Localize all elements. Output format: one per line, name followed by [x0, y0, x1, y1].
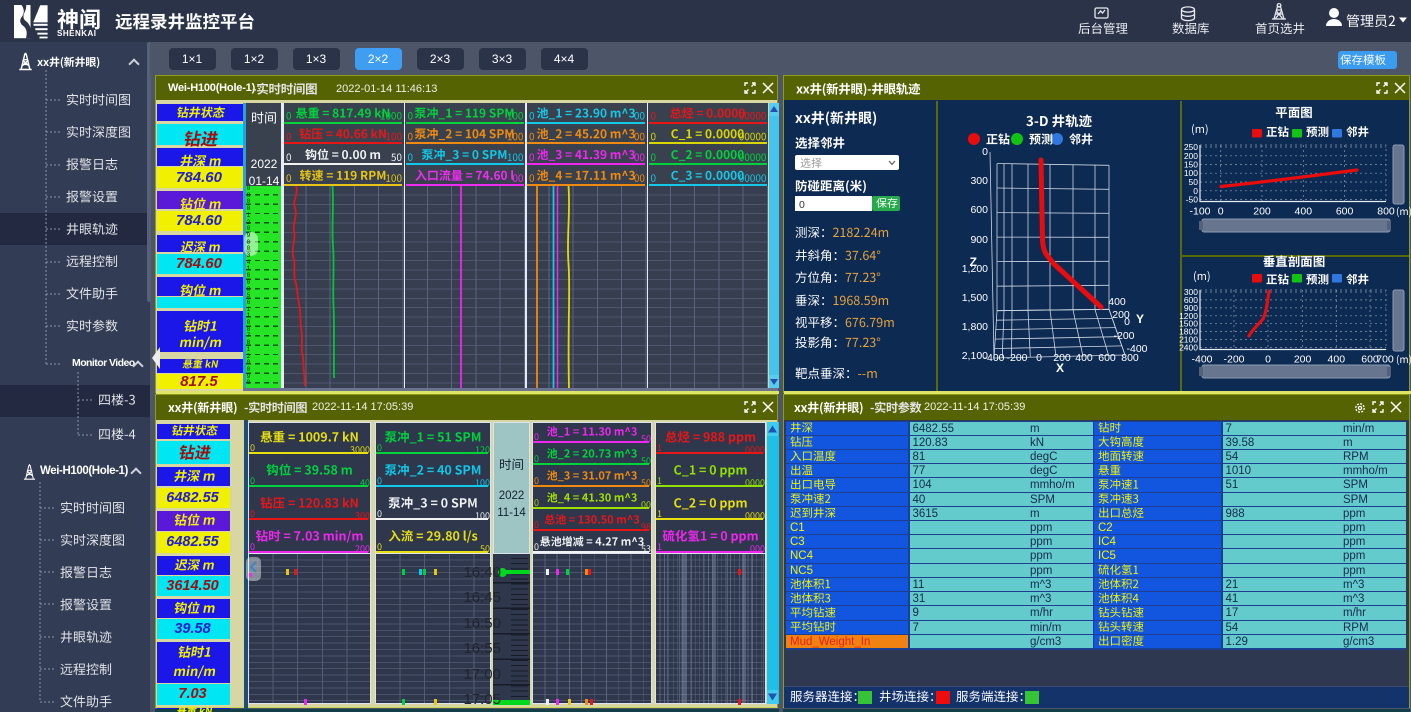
svg-text:1,500: 1,500	[962, 292, 988, 304]
svg-text:800: 800	[1377, 206, 1395, 218]
svg-text:0: 0	[982, 146, 988, 158]
svg-text:400: 400	[1328, 354, 1346, 366]
svg-text:Z: Z	[970, 255, 977, 269]
svg-text:600: 600	[970, 204, 988, 216]
svg-text:300: 300	[970, 175, 988, 187]
svg-text:-400: -400	[1126, 343, 1147, 355]
svg-text:600: 600	[1336, 206, 1354, 218]
svg-text:0: 0	[1124, 316, 1130, 328]
svg-text:400: 400	[1075, 352, 1093, 364]
svg-text:0: 0	[1265, 354, 1271, 366]
svg-text:-400: -400	[1191, 354, 1212, 366]
svg-text:-200: -200	[1006, 352, 1027, 364]
svg-text:-200: -200	[1113, 330, 1134, 342]
svg-text:400: 400	[1108, 296, 1126, 308]
svg-text:-50: -50	[1186, 195, 1199, 205]
svg-text:400: 400	[1295, 206, 1313, 218]
svg-text:200: 200	[1253, 206, 1271, 218]
svg-text:700: 700	[1376, 354, 1394, 366]
svg-text:900: 900	[970, 234, 988, 246]
svg-text:Y: Y	[1136, 312, 1144, 326]
svg-text:200: 200	[1294, 354, 1312, 366]
svg-text:-200: -200	[1223, 354, 1244, 366]
svg-text:1,800: 1,800	[962, 321, 988, 333]
svg-text:X: X	[1056, 361, 1064, 375]
svg-text:-100: -100	[1189, 206, 1210, 218]
svg-text:0: 0	[1218, 206, 1224, 218]
svg-text:0: 0	[1036, 352, 1042, 364]
svg-text:-400: -400	[983, 352, 1004, 364]
svg-text:2400: 2400	[1179, 343, 1198, 353]
svg-text:600: 600	[1098, 352, 1116, 364]
